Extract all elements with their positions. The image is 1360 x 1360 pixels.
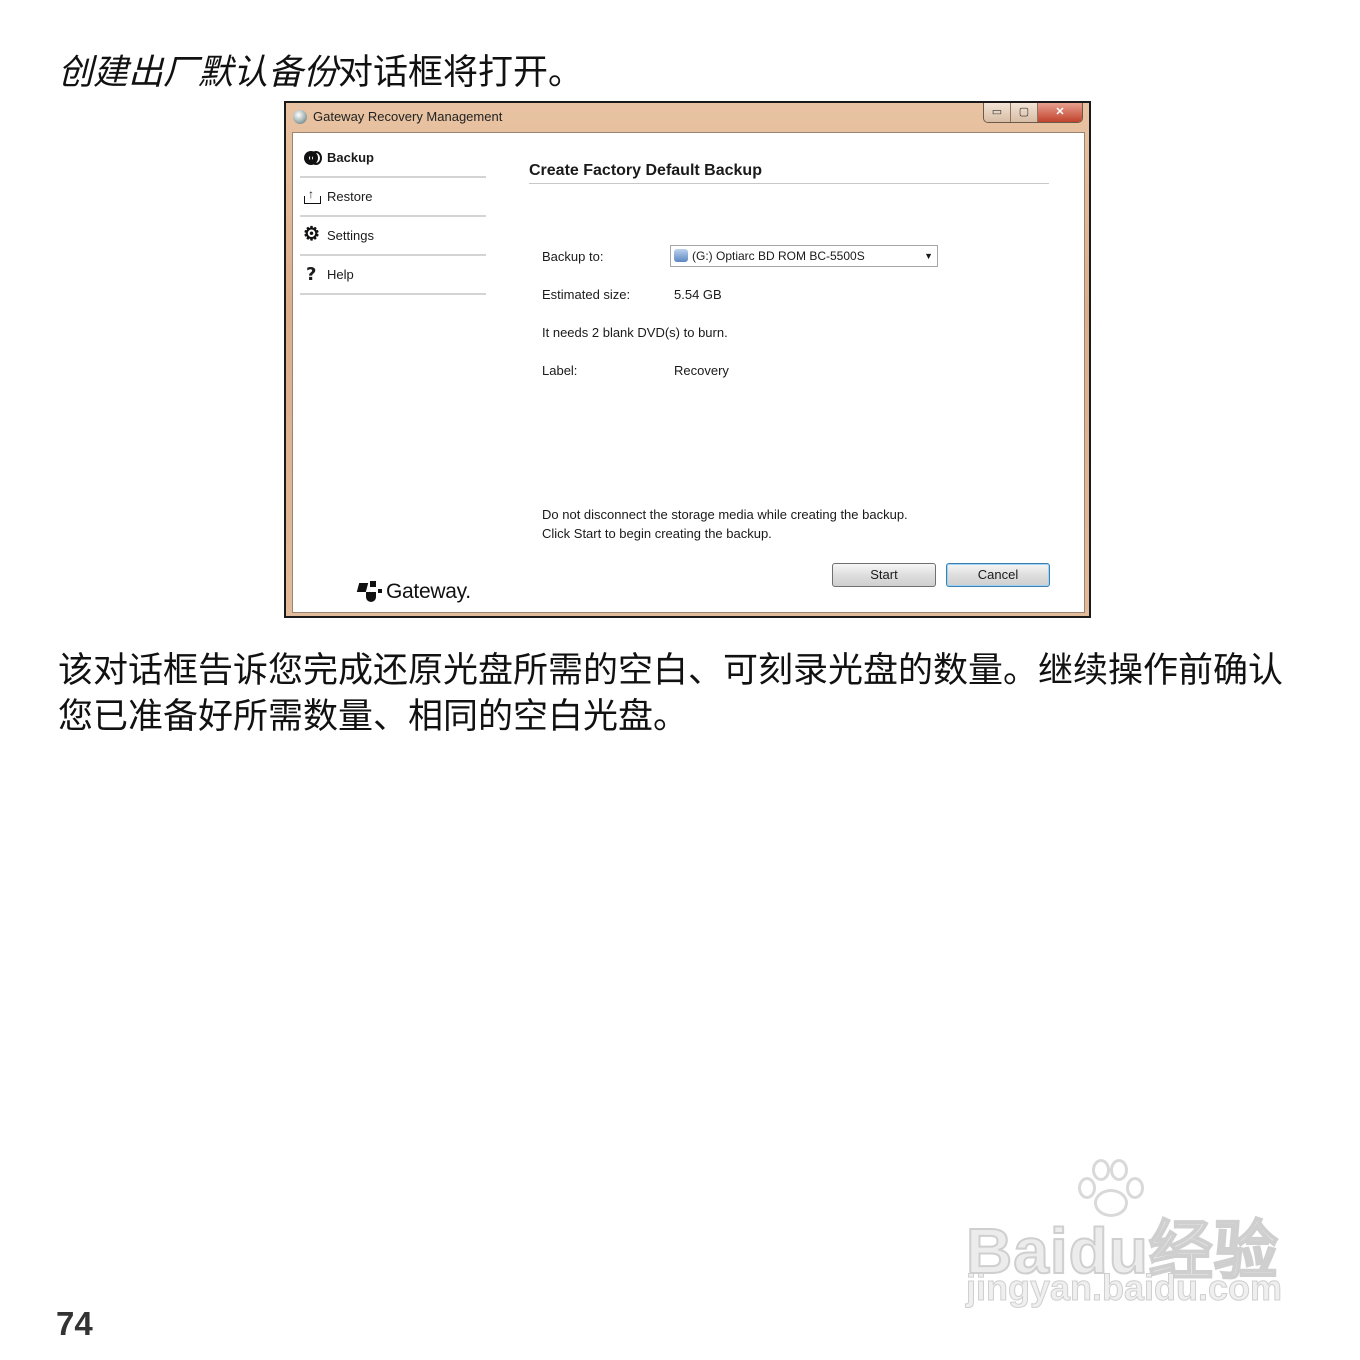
page-title: Create Factory Default Backup (529, 162, 1049, 184)
dvd-count-note: It needs 2 blank DVD(s) to burn. (542, 325, 728, 340)
body-paragraph: 该对话框告诉您完成还原光盘所需的空白、可刻录光盘的数量。继续操作前确认您已准备好… (58, 651, 1284, 737)
sidebar-item-backup[interactable]: Backup (300, 139, 486, 178)
sidebar-item-restore[interactable]: ↑ Restore (300, 178, 486, 217)
cancel-button[interactable]: Cancel (946, 563, 1050, 587)
dialog-client-area: Backup ↑ Restore ⚙ Settings ? Help Creat… (292, 132, 1085, 613)
baidu-watermark: Baidu经验 jingyan.baidu.com (965, 1155, 1286, 1315)
window-controls: ▭ ▢ ✕ (983, 103, 1083, 123)
chevron-down-icon: ▼ (924, 251, 933, 261)
intro-text: 创建出厂默认备份对话框将打开。 (58, 50, 583, 96)
backup-target-value: (G:) Optiarc BD ROM BC-5500S (692, 249, 865, 263)
page-number: 74 (56, 1305, 93, 1342)
gateway-logo-icon (356, 580, 383, 604)
estimated-size-label: Estimated size: (542, 287, 631, 302)
start-button[interactable]: Start (832, 563, 936, 587)
sidebar-item-label: Settings (327, 228, 374, 243)
warning-note: Do not disconnect the storage media whil… (542, 505, 908, 543)
instruction-line: Click Start to begin creating the backup… (542, 526, 772, 541)
backup-to-label: Backup to: (542, 249, 604, 264)
backup-target-dropdown[interactable]: (G:) Optiarc BD ROM BC-5500S ▼ (670, 245, 938, 267)
app-icon (293, 110, 307, 124)
watermark-url: jingyan.baidu.com (965, 1267, 1283, 1309)
minimize-button[interactable]: ▭ (984, 103, 1011, 122)
disc-label-label: Label: (542, 363, 578, 378)
sidebar-item-help[interactable]: ? Help (300, 256, 486, 295)
gear-icon: ⚙ (303, 223, 321, 245)
sidebar-item-label: Restore (327, 189, 373, 204)
sidebar-item-label: Backup (327, 150, 374, 165)
restore-icon: ↑ (303, 188, 323, 206)
gateway-logo-text: Gateway. (386, 580, 471, 603)
disc-label-value: Recovery (674, 363, 729, 378)
gateway-logo: Gateway. (356, 577, 471, 607)
sidebar-nav: Backup ↑ Restore ⚙ Settings ? Help (300, 139, 486, 295)
recovery-dialog-screenshot: Gateway Recovery Management ▭ ▢ ✕ Backup… (284, 101, 1091, 618)
estimated-size-value: 5.54 GB (674, 287, 722, 302)
close-button[interactable]: ✕ (1038, 103, 1082, 122)
help-icon: ? (306, 263, 317, 285)
sidebar-item-settings[interactable]: ⚙ Settings (300, 217, 486, 256)
optical-drive-icon (674, 249, 688, 262)
dialog-name-italic: 创建出厂默认备份 (58, 53, 339, 93)
backup-disc-icon (303, 149, 323, 167)
title-bar: Gateway Recovery Management ▭ ▢ ✕ (286, 103, 1089, 131)
sidebar-item-label: Help (327, 267, 354, 282)
window-title: Gateway Recovery Management (313, 109, 503, 124)
maximize-button[interactable]: ▢ (1011, 103, 1038, 122)
intro-rest: 对话框将打开。 (338, 53, 584, 93)
warning-line: Do not disconnect the storage media whil… (542, 507, 908, 522)
